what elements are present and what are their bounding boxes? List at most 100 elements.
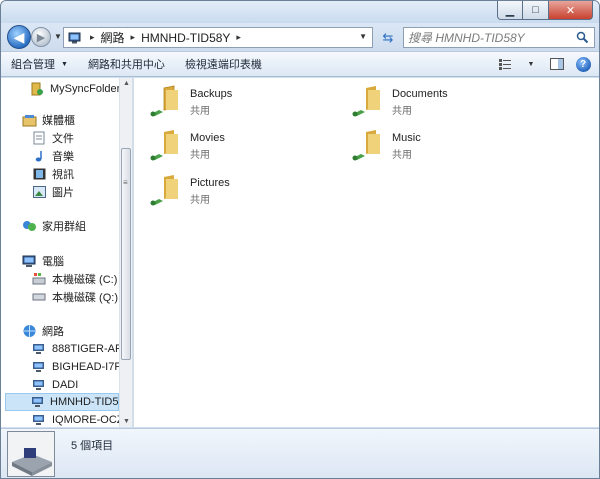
refresh-button[interactable]: ⇆ bbox=[376, 28, 400, 48]
folder-tile-backups[interactable]: Backups 共用 bbox=[148, 84, 338, 124]
nav-item-888tiger[interactable]: 888TIGER-AFC4 bbox=[31, 340, 132, 358]
nav-item-documents[interactable]: 文件 bbox=[31, 129, 74, 147]
device-thumbnail bbox=[7, 431, 55, 477]
nav-item-label: BIGHEAD-I7PC bbox=[52, 361, 130, 373]
nav-item-hmnhd[interactable]: HMNHD-TID58Y bbox=[5, 393, 132, 411]
explorer-window: ▁ □ ✕ ◀ ▶ ▼ ▸ 網路 ▸ HMNHD-TID58Y ▸ ▼ ⇆ 搜尋… bbox=[0, 0, 600, 479]
more-views-dropdown[interactable]: ▼ bbox=[521, 55, 541, 73]
navigation-scrollbar[interactable]: ▲ ≡ ▼ bbox=[119, 78, 132, 427]
folder-share-type: 共用 bbox=[190, 106, 210, 117]
title-bar[interactable]: ▁ □ ✕ bbox=[1, 1, 599, 23]
nav-item-computer[interactable]: 電腦 bbox=[21, 252, 64, 270]
forward-button[interactable]: ▶ bbox=[31, 27, 51, 47]
preview-pane-button[interactable] bbox=[547, 55, 567, 73]
navigation-pane[interactable]: MySyncFolder 媒體櫃 文件 音樂 視訊 圖片 家用群組 電腦 本機磁… bbox=[1, 78, 132, 427]
folder-texts: Backups 共用 bbox=[190, 88, 232, 117]
network-computer-icon bbox=[31, 360, 47, 374]
help-button[interactable]: ? bbox=[573, 55, 593, 73]
address-dropdown-icon[interactable]: ▼ bbox=[359, 32, 367, 41]
preview-pane-icon bbox=[550, 58, 564, 70]
folder-name: Pictures bbox=[190, 177, 230, 189]
breadcrumb-separator[interactable]: ▸ bbox=[90, 32, 95, 43]
nav-item-drive-q[interactable]: 本機磁碟 (Q:) bbox=[31, 288, 118, 306]
nav-item-videos[interactable]: 視訊 bbox=[31, 165, 74, 183]
nav-item-label: 音樂 bbox=[52, 151, 74, 163]
network-sharing-center-button[interactable]: 網路和共用中心 bbox=[78, 52, 175, 76]
folder-tile-pictures[interactable]: Pictures 共用 bbox=[148, 173, 338, 213]
folder-tile-music[interactable]: Music 共用 bbox=[350, 128, 540, 168]
change-view-button[interactable] bbox=[495, 55, 515, 73]
scroll-down-icon[interactable]: ▼ bbox=[123, 418, 130, 425]
nav-item-label: 媒體櫃 bbox=[42, 115, 75, 127]
search-input[interactable] bbox=[408, 30, 568, 45]
view-remote-printers-button[interactable]: 檢視遠端印表機 bbox=[175, 52, 272, 76]
nav-item-label: 家用群組 bbox=[42, 221, 86, 233]
close-button[interactable]: ✕ bbox=[549, 1, 593, 20]
nav-item-label: DADI bbox=[52, 379, 79, 391]
scroll-up-icon[interactable]: ▲ bbox=[123, 80, 130, 87]
nav-item-label: IQMORE-OCZ bbox=[52, 414, 124, 426]
address-bar[interactable]: ▸ 網路 ▸ HMNHD-TID58Y ▸ ▼ bbox=[63, 27, 373, 48]
folder-texts: Music 共用 bbox=[392, 132, 421, 161]
nav-item-label: 本機磁碟 (C:) bbox=[52, 274, 118, 286]
shared-folder-icon bbox=[150, 85, 178, 117]
recent-pages-dropdown[interactable]: ▼ bbox=[54, 32, 62, 41]
nav-item-iqmore[interactable]: IQMORE-OCZ bbox=[31, 411, 124, 427]
folder-share-type: 共用 bbox=[190, 195, 210, 206]
nav-item-network[interactable]: 網路 bbox=[21, 322, 64, 340]
search-icon[interactable] bbox=[576, 31, 589, 44]
nav-item-label: 本機磁碟 (Q:) bbox=[52, 292, 118, 304]
nav-item-music[interactable]: 音樂 bbox=[31, 147, 74, 165]
nav-item-drive-c[interactable]: 本機磁碟 (C:) bbox=[31, 270, 117, 288]
organize-button[interactable]: 組合管理 ▼ bbox=[1, 52, 78, 76]
maximize-icon: □ bbox=[532, 4, 539, 16]
folder-tile-movies[interactable]: Movies 共用 bbox=[148, 128, 338, 168]
network-computer-icon bbox=[31, 413, 47, 427]
nas-device-icon bbox=[8, 432, 54, 476]
scroll-grip-icon: ≡ bbox=[123, 178, 128, 187]
nav-item-homegroup[interactable]: 家用群組 bbox=[21, 217, 86, 235]
folder-texts: Pictures 共用 bbox=[190, 177, 230, 206]
nav-item-label: 網路 bbox=[42, 326, 64, 338]
folder-share-type: 共用 bbox=[392, 150, 412, 161]
file-list-area[interactable]: Backups 共用 Documents 共用 Movies 共用 Music … bbox=[133, 78, 599, 427]
computer-icon bbox=[21, 254, 37, 268]
back-button[interactable]: ◀ bbox=[7, 25, 31, 49]
homegroup-icon bbox=[21, 219, 37, 233]
view-remote-printers-label: 檢視遠端印表機 bbox=[184, 59, 262, 71]
network-icon bbox=[21, 324, 37, 338]
folder-tile-documents[interactable]: Documents 共用 bbox=[350, 84, 540, 124]
close-icon: ✕ bbox=[565, 4, 576, 17]
minimize-icon: ▁ bbox=[505, 4, 515, 17]
folder-name: Music bbox=[392, 132, 421, 144]
nav-item-pictures[interactable]: 圖片 bbox=[31, 183, 74, 201]
nav-item-dadi[interactable]: DADI bbox=[31, 376, 78, 394]
help-icon: ? bbox=[575, 56, 591, 72]
network-computer-icon bbox=[31, 378, 47, 392]
organize-label: 組合管理 bbox=[11, 59, 55, 71]
nav-item-label: 視訊 bbox=[52, 169, 74, 181]
documents-icon bbox=[31, 131, 47, 145]
nav-item-mysyncfolder[interactable]: MySyncFolder bbox=[29, 80, 120, 98]
maximize-button[interactable]: □ bbox=[523, 1, 549, 20]
folder-share-type: 共用 bbox=[190, 150, 210, 161]
local-disk-icon bbox=[31, 272, 47, 286]
nav-item-libraries[interactable]: 媒體櫃 bbox=[21, 111, 75, 129]
nav-item-label: 文件 bbox=[52, 133, 74, 145]
drive-icon bbox=[31, 290, 47, 304]
minimize-button[interactable]: ▁ bbox=[497, 1, 523, 20]
nav-item-label: 電腦 bbox=[42, 256, 64, 268]
search-box[interactable] bbox=[403, 27, 595, 48]
nav-item-bighead[interactable]: BIGHEAD-I7PC bbox=[31, 358, 130, 376]
music-icon bbox=[31, 149, 47, 163]
breadcrumb-separator[interactable]: ▸ bbox=[236, 32, 241, 43]
libraries-icon bbox=[21, 113, 37, 127]
folder-name: Documents bbox=[392, 88, 448, 100]
breadcrumb-computer[interactable]: HMNHD-TID58Y bbox=[141, 31, 230, 45]
network-sharing-center-label: 網路和共用中心 bbox=[87, 59, 165, 71]
folder-name: Movies bbox=[190, 132, 225, 144]
item-count: 5 個項目 bbox=[71, 440, 114, 452]
folder-share-type: 共用 bbox=[392, 106, 412, 117]
breadcrumb-separator[interactable]: ▸ bbox=[131, 32, 136, 43]
breadcrumb-network[interactable]: 網路 bbox=[101, 29, 125, 46]
